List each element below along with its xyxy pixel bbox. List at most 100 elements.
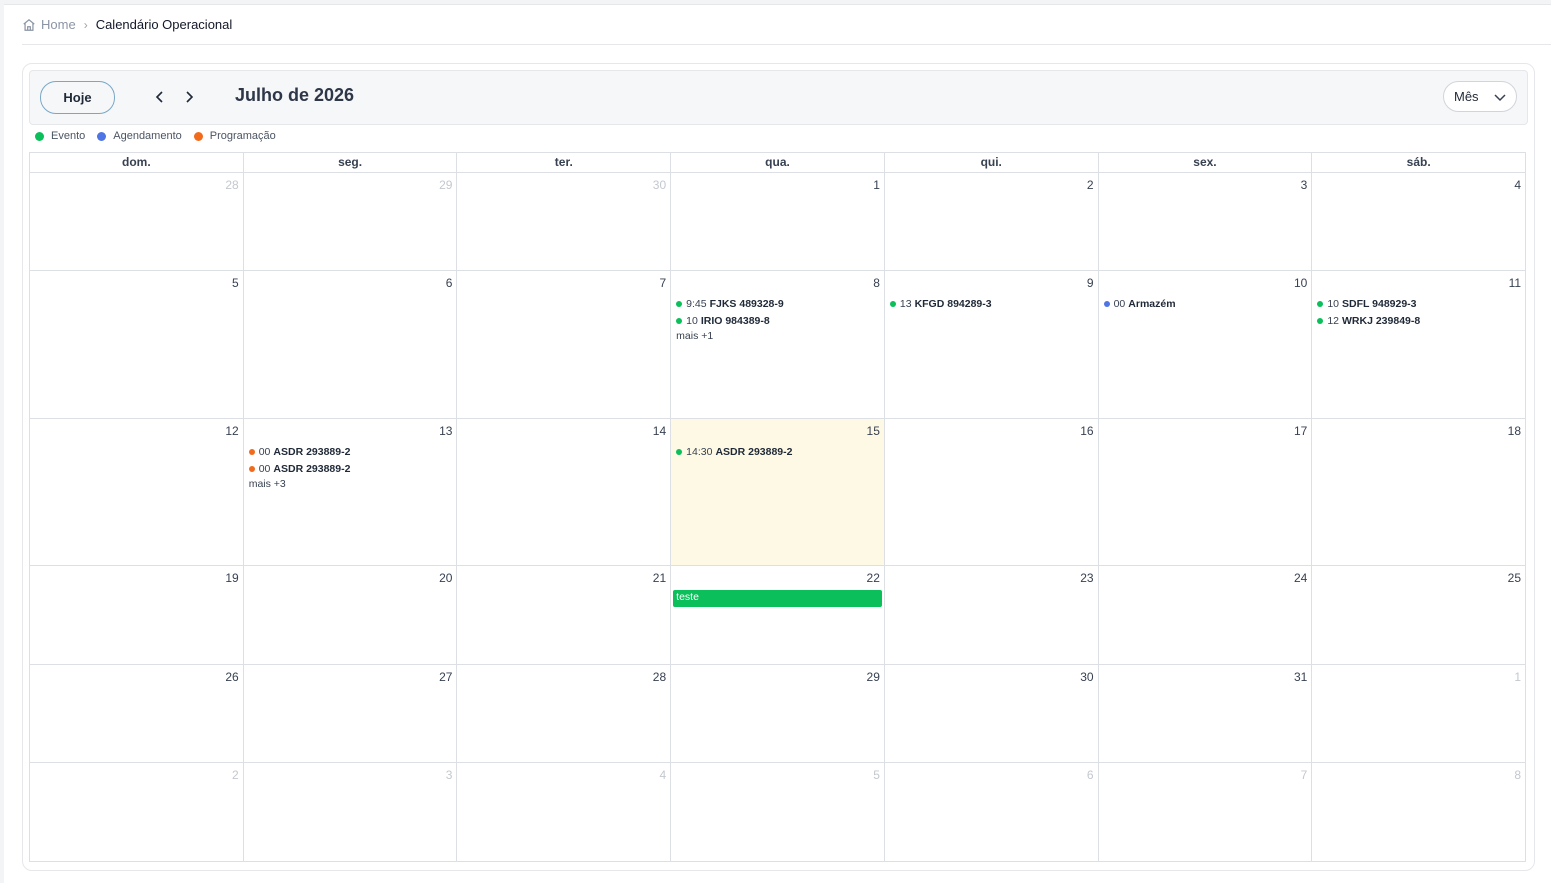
day-cell[interactable]: 22 teste [671,566,885,664]
today-button[interactable]: Hoje [40,81,115,114]
day-cell[interactable]: 28 [457,665,672,762]
day-number[interactable]: 6 [1087,768,1094,782]
day-cell[interactable]: 2 [30,763,244,862]
day-cell[interactable]: 3 [244,763,458,862]
day-number[interactable]: 24 [1294,571,1307,585]
day-number[interactable]: 22 [867,571,880,585]
day-cell[interactable]: 10 00 Armazém [1099,271,1313,418]
day-number[interactable]: 17 [1294,424,1307,438]
more-events-link[interactable]: mais +3 [249,477,454,491]
event-item[interactable]: 14:30 ASDR 293889-2 [676,443,881,460]
day-cell[interactable]: 7 [1099,763,1313,862]
day-cell[interactable]: 12 [30,419,244,565]
more-events-link[interactable]: mais +1 [676,329,881,343]
day-cell[interactable]: 8 9:45 FJKS 489328-9 10 IRIO 984389-8 mais +1 [671,271,885,418]
day-number[interactable]: 26 [225,670,238,684]
day-cell[interactable]: 26 [30,665,244,762]
event-item[interactable]: 9:45 FJKS 489328-9 [676,295,881,312]
day-cell[interactable]: 6 [244,271,458,418]
day-number[interactable]: 31 [1294,670,1307,684]
day-cell[interactable]: 30 [457,173,672,270]
day-number[interactable]: 7 [659,276,666,290]
day-number[interactable]: 5 [873,768,880,782]
day-cell[interactable]: 8 [1312,763,1525,862]
day-number[interactable]: 7 [1301,768,1308,782]
day-number[interactable]: 5 [232,276,239,290]
day-number[interactable]: 19 [225,571,238,585]
event-item[interactable]: 10 SDFL 948929-3 [1317,295,1522,312]
day-number[interactable]: 11 [1509,276,1521,290]
day-cell[interactable]: 23 [885,566,1099,664]
day-cell[interactable]: 5 [30,271,244,418]
day-cell[interactable]: 30 [885,665,1099,762]
day-cell[interactable]: 7 [457,271,672,418]
day-number[interactable]: 29 [867,670,880,684]
day-number[interactable]: 3 [1301,178,1308,192]
day-number[interactable]: 27 [439,670,452,684]
event-item[interactable]: 10 IRIO 984389-8 [676,312,881,329]
day-number[interactable]: 1 [1514,670,1521,684]
day-number[interactable]: 23 [1080,571,1093,585]
day-cell[interactable]: 4 [1312,173,1525,270]
event-item[interactable]: 12 WRKJ 239849-8 [1317,312,1522,329]
day-number[interactable]: 4 [659,768,666,782]
day-cell[interactable]: 1 [671,173,885,270]
day-cell[interactable]: 19 [30,566,244,664]
day-cell[interactable]: 29 [244,173,458,270]
day-number[interactable]: 1 [873,178,880,192]
day-cell[interactable]: 14 [457,419,672,565]
day-cell[interactable]: 11 10 SDFL 948929-3 12 WRKJ 239849-8 [1312,271,1525,418]
day-cell[interactable]: 18 [1312,419,1525,565]
day-cell[interactable]: 28 [30,173,244,270]
day-cell[interactable]: 16 [885,419,1099,565]
day-cell[interactable]: 21 [457,566,672,664]
day-number[interactable]: 25 [1508,571,1521,585]
next-month-button[interactable] [179,86,199,108]
day-number[interactable]: 30 [1080,670,1093,684]
day-number[interactable]: 13 [439,424,452,438]
day-number[interactable]: 8 [873,276,880,290]
day-number[interactable]: 2 [232,768,239,782]
event-item[interactable]: 00 ASDR 293889-2 [248,443,454,460]
day-number[interactable]: 20 [439,571,452,585]
day-number[interactable]: 21 [653,571,666,585]
day-cell[interactable]: 25 [1312,566,1525,664]
day-number[interactable]: 18 [1508,424,1521,438]
day-cell[interactable]: 27 [244,665,458,762]
day-cell[interactable]: 13 00 ASDR 293889-2 00 ASDR 293889-2 mais +3 [244,419,458,565]
day-number[interactable]: 6 [446,276,453,290]
home-icon[interactable] [22,18,36,32]
day-number[interactable]: 10 [1294,276,1307,290]
day-cell[interactable]: 20 [244,566,458,664]
day-number[interactable]: 12 [225,424,238,438]
event-item[interactable]: 00 Armazém [1103,295,1309,312]
event-bar[interactable]: teste [673,590,882,607]
day-number[interactable]: 15 [867,424,880,438]
view-select[interactable]: Mês [1443,81,1517,112]
day-number[interactable]: 30 [653,178,666,192]
day-number[interactable]: 3 [446,768,453,782]
day-number[interactable]: 9 [1087,276,1094,290]
breadcrumb-home-link[interactable]: Home [41,17,76,32]
prev-month-button[interactable] [150,86,170,108]
day-number[interactable]: 2 [1087,178,1094,192]
day-number[interactable]: 16 [1080,424,1093,438]
day-cell[interactable]: 3 [1099,173,1313,270]
day-cell-today[interactable]: 15 14:30 ASDR 293889-2 [671,419,885,565]
day-number[interactable]: 28 [225,178,238,192]
day-cell[interactable]: 6 [885,763,1099,862]
day-cell[interactable]: 1 [1312,665,1525,762]
day-cell[interactable]: 9 13 KFGD 894289-3 [885,271,1099,418]
day-number[interactable]: 28 [653,670,666,684]
day-cell[interactable]: 17 [1099,419,1313,565]
day-number[interactable]: 29 [439,178,452,192]
day-number[interactable]: 4 [1514,178,1521,192]
event-item[interactable]: 13 KFGD 894289-3 [889,295,1095,312]
day-number[interactable]: 14 [653,424,666,438]
day-cell[interactable]: 4 [457,763,672,862]
day-cell[interactable]: 5 [671,763,885,862]
event-item[interactable]: 00 ASDR 293889-2 [248,460,454,477]
day-cell[interactable]: 2 [885,173,1099,270]
day-cell[interactable]: 31 [1099,665,1313,762]
day-number[interactable]: 8 [1514,768,1521,782]
